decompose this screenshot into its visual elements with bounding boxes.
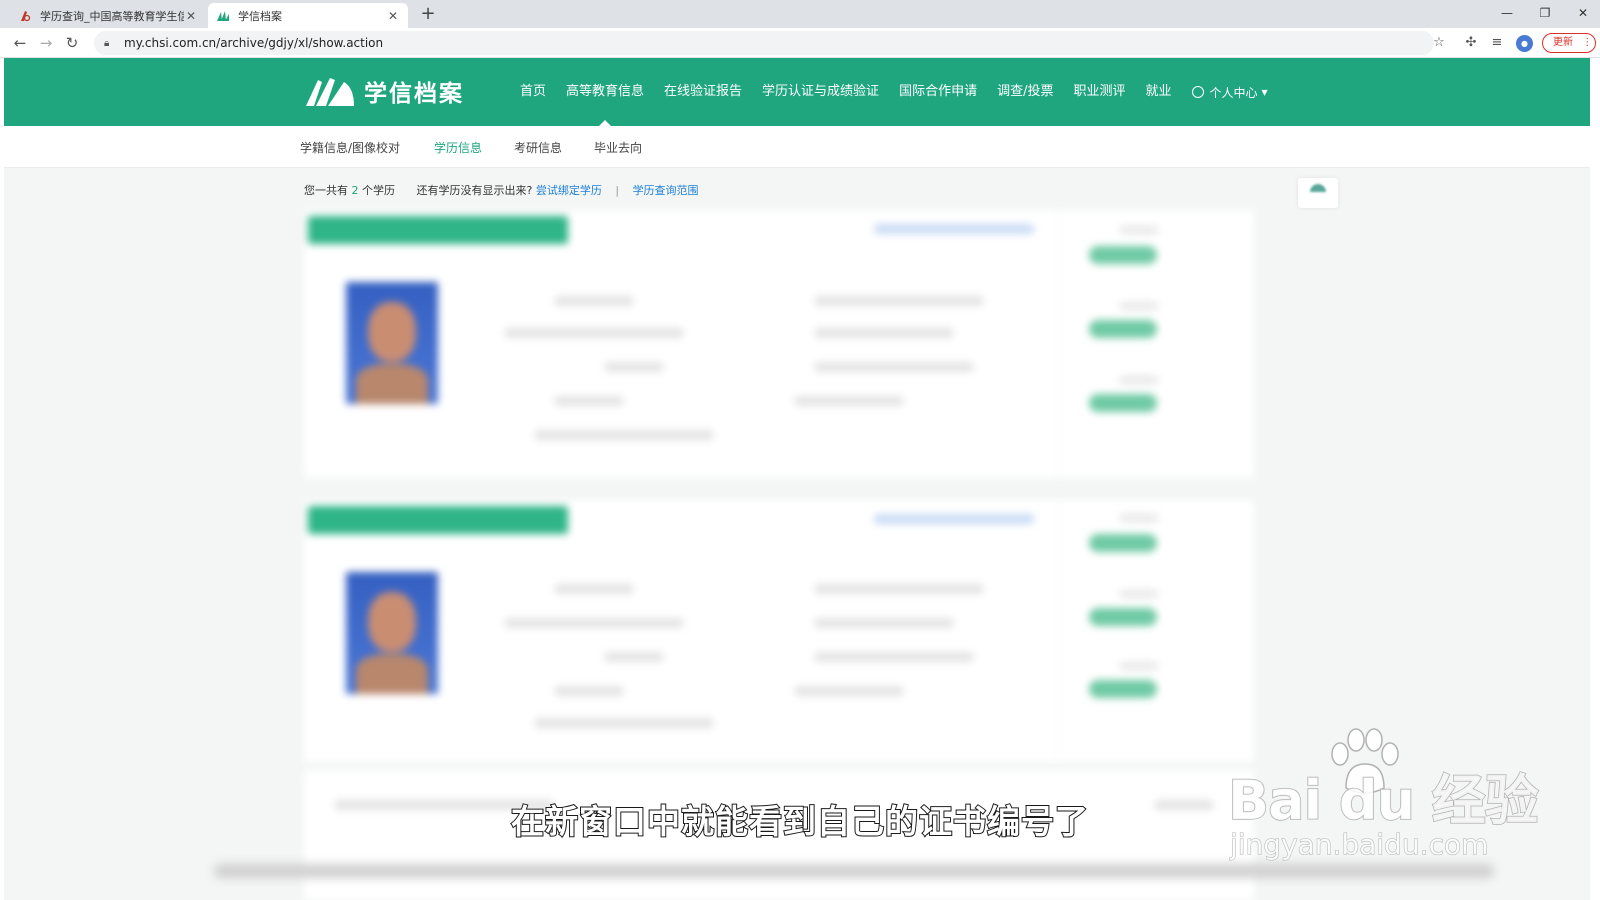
side-action-button[interactable] [1089, 394, 1157, 412]
new-tab-button[interactable]: + [418, 4, 438, 24]
summary-separator: | [615, 184, 620, 197]
tab-close-icon[interactable]: ✕ [184, 9, 198, 23]
summary-prefix: 您一共有 [304, 184, 348, 197]
browser-tab-xuexin-archive[interactable]: 学信档案 ✕ [208, 3, 408, 28]
nav-item-online-verification[interactable]: 在线验证报告 [664, 58, 742, 126]
xuexin-logo-icon [306, 78, 354, 106]
menu-kebab-icon: ⋮ [1582, 37, 1593, 48]
user-circle-icon [1191, 86, 1204, 98]
nav-item-employment[interactable]: 就业 [1145, 58, 1171, 126]
browser-tab-xueli-query[interactable]: 学历查询_中国高等教育学生信息 ✕ [10, 3, 206, 28]
floating-widget-button[interactable] [1298, 178, 1338, 208]
browser-tab-strip: 学历查询_中国高等教育学生信息 ✕ 学信档案 ✕ + — ❐ ✕ [0, 0, 1600, 28]
side-action-button[interactable] [1089, 320, 1157, 338]
user-center-menu[interactable]: 个人中心 ▼ [1191, 84, 1268, 101]
side-action-button[interactable] [1089, 534, 1157, 552]
lock-icon: 🔒︎ [104, 37, 110, 49]
tab-close-icon[interactable]: ✕ [386, 9, 400, 23]
nav-item-survey[interactable]: 调查/投票 [997, 58, 1053, 126]
sub-nav-postgrad-exam[interactable]: 考研信息 [514, 139, 562, 156]
sub-nav-graduate-destination[interactable]: 毕业去向 [594, 139, 642, 156]
caret-down-icon: ▼ [1261, 87, 1268, 97]
nav-item-degree-certification[interactable]: 学历认证与成绩验证 [762, 58, 879, 126]
degree-card-link[interactable] [874, 224, 1034, 234]
sub-nav-degree-info[interactable]: 学历信息 [434, 139, 482, 156]
watermark-brand: Bai du 经验 [1227, 768, 1539, 833]
sub-nav: 学籍信息/图像校对 学历信息 考研信息 毕业去向 [4, 126, 1590, 168]
sub-nav-student-status[interactable]: 学籍信息/图像校对 [300, 139, 400, 156]
student-photo [346, 282, 438, 404]
chsi-favicon-icon [21, 10, 31, 21]
nav-item-higher-education[interactable]: 高等教育信息 [566, 58, 644, 126]
tab-title: 学历查询_中国高等教育学生信息 [40, 9, 184, 23]
bookmark-star-icon[interactable]: ☆ [1430, 34, 1448, 52]
tab-title: 学信档案 [238, 9, 282, 23]
extensions-puzzle-icon[interactable]: ✣ [1462, 34, 1480, 52]
degree-card-side [1058, 500, 1254, 762]
update-label: 更新 [1553, 37, 1573, 48]
nav-item-home[interactable]: 首页 [520, 58, 546, 126]
main-nav: 首页 高等教育信息 在线验证报告 学历认证与成绩验证 国际合作申请 调查/投票 … [520, 58, 1268, 126]
window-restore-button[interactable]: ❐ [1530, 3, 1560, 23]
address-url: my.chsi.com.cn/archive/gdjy/xl/show.acti… [124, 36, 384, 50]
degree-card [304, 210, 1254, 478]
degree-count: 2 [351, 184, 359, 197]
widget-icon [1310, 184, 1326, 192]
logo-text: 学信档案 [364, 81, 464, 107]
watermark-url: jingyan.baidu.com [1229, 828, 1489, 862]
degree-card-link[interactable] [874, 514, 1034, 524]
window-minimize-button[interactable]: — [1492, 3, 1522, 23]
baidu-jingyan-watermark: Bai du 经验 jingyan.baidu.com [1227, 728, 1540, 868]
degree-card-side [1058, 210, 1254, 478]
browser-update-button[interactable]: 更新 ⋮ [1542, 33, 1596, 53]
nav-item-international[interactable]: 国际合作申请 [899, 58, 977, 126]
back-arrow-icon[interactable]: ← [10, 33, 30, 53]
degree-card-header [308, 216, 568, 244]
site-logo[interactable]: 学信档案 [304, 74, 464, 108]
address-bar[interactable]: 🔒︎ my.chsi.com.cn/archive/gdjy/xl/show.a… [94, 31, 1434, 55]
student-photo [346, 572, 438, 694]
browser-toolbar: ← → ↻ 🔒︎ my.chsi.com.cn/archive/gdjy/xl/… [0, 28, 1600, 58]
user-center-label: 个人中心 [1209, 85, 1258, 100]
degree-card [304, 500, 1254, 762]
degree-card-header [308, 506, 568, 534]
site-header: 学信档案 首页 高等教育信息 在线验证报告 学历认证与成绩验证 国际合作申请 调… [4, 58, 1590, 126]
bind-degree-link[interactable]: 尝试绑定学历 [536, 184, 602, 197]
side-action-button[interactable] [1089, 608, 1157, 626]
reading-list-icon[interactable]: ≡ [1488, 34, 1506, 52]
degree-summary: 您一共有 2 个学历 还有学历没有显示出来? 尝试绑定学历 | 学历查询范围 [304, 182, 699, 198]
profile-avatar-icon[interactable]: ● [1516, 35, 1533, 52]
xuexin-favicon-icon [217, 10, 229, 21]
window-close-button[interactable]: ✕ [1568, 3, 1598, 23]
summary-suffix: 个学历 [362, 184, 395, 197]
nav-item-career-test[interactable]: 职业测评 [1073, 58, 1125, 126]
forward-arrow-icon[interactable]: → [36, 33, 56, 53]
side-action-button[interactable] [1089, 246, 1157, 264]
summary-question: 还有学历没有显示出来? [416, 184, 533, 197]
reload-icon[interactable]: ↻ [62, 33, 82, 53]
side-action-button[interactable] [1089, 680, 1157, 698]
query-scope-link[interactable]: 学历查询范围 [633, 184, 699, 197]
